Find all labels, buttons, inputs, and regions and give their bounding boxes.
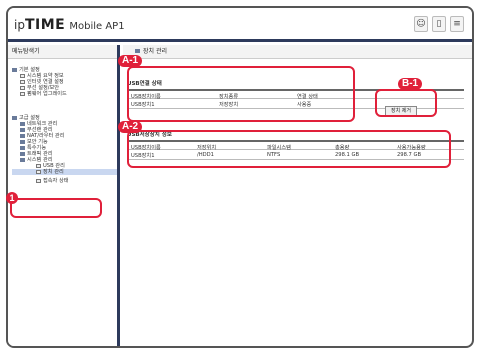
page-icon <box>36 169 41 174</box>
page-icon <box>20 79 25 84</box>
page-icon <box>20 91 25 96</box>
tree-item-firmware-upgrade[interactable]: 펌웨어 업그레이드 <box>12 91 117 97</box>
highlight-usb-status <box>127 66 355 122</box>
folder-icon <box>20 133 25 138</box>
page-icon <box>20 73 25 78</box>
folder-icon <box>20 121 25 126</box>
page-icon <box>36 163 41 168</box>
folder-icon <box>20 127 25 132</box>
folder-icon <box>12 115 17 120</box>
header-icons: ☺ ▯ ≡ <box>414 16 464 32</box>
help-icon[interactable]: ≡ <box>450 16 464 32</box>
folder-icon <box>12 67 17 72</box>
highlight-remove-button <box>375 89 437 117</box>
menu-tree: 기본 설정 시스템 요약 정보 인터넷 연결 설정 무선 설정/보안 펌웨어 업… <box>8 59 117 184</box>
mobile-icon[interactable]: ▯ <box>432 16 446 32</box>
user-icon[interactable]: ☺ <box>414 16 428 32</box>
page-icon <box>20 85 25 90</box>
page-icon <box>36 178 41 183</box>
highlight-storage-info <box>127 130 451 168</box>
page-title: 장치 관리 <box>123 45 472 59</box>
folder-icon <box>20 157 25 162</box>
tree-item-device-manage[interactable]: 장치 관리 <box>12 169 117 175</box>
annotation-badge-b1: B-1 <box>398 78 423 90</box>
highlight-device-menu <box>10 198 102 218</box>
folder-icon <box>20 145 25 150</box>
tree-item-connected-users[interactable]: 접속자 상태 <box>12 178 117 184</box>
brand-logo: ipTIME Mobile AP1 <box>14 17 125 33</box>
annotation-badge-a1: A-1 <box>118 55 143 67</box>
folder-icon <box>20 139 25 144</box>
annotation-badge-a2: A-2 <box>118 121 143 133</box>
annotation-badge-step1: 1 <box>6 192 18 204</box>
app-window: ipTIME Mobile AP1 ☺ ▯ ≡ 메뉴탐색기 기본 설정 시스템 … <box>6 6 474 348</box>
folder-icon <box>135 49 140 53</box>
folder-icon <box>20 151 25 156</box>
menu-explorer: 메뉴탐색기 기본 설정 시스템 요약 정보 인터넷 연결 설정 무선 설정/보안… <box>8 45 120 346</box>
menu-explorer-title: 메뉴탐색기 <box>8 45 117 59</box>
header-bar: ipTIME Mobile AP1 ☺ ▯ ≡ <box>8 8 472 42</box>
